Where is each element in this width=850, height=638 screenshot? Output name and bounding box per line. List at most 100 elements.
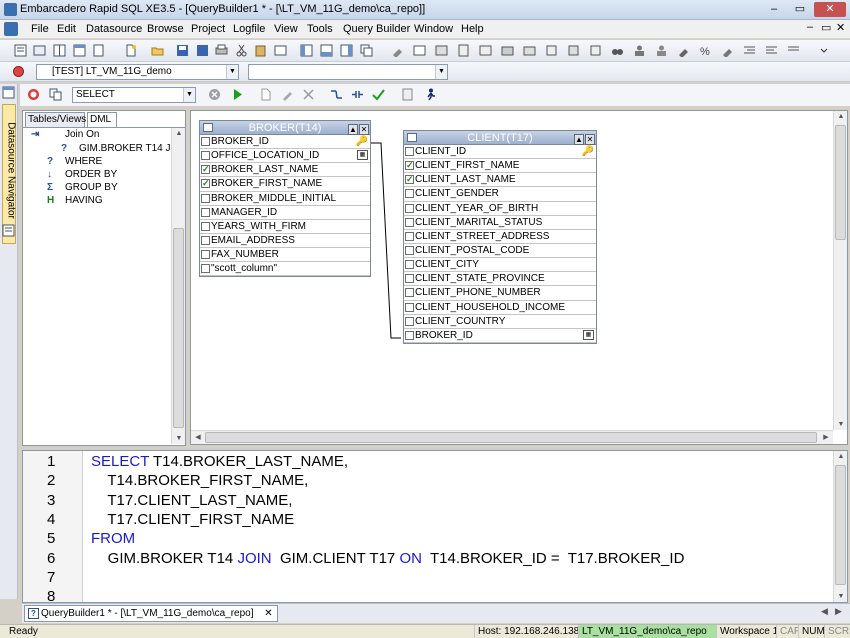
column-row[interactable]: "scott_column" (200, 262, 370, 277)
close-table-button[interactable]: ✕ (359, 124, 369, 135)
column-row[interactable]: BROKER_LAST_NAME (200, 163, 370, 178)
mdi-minimize-button[interactable]: – (807, 21, 813, 33)
column-checkbox[interactable] (405, 189, 414, 199)
menu-query-builder[interactable]: Query Builder (343, 23, 410, 35)
type-icon[interactable] (589, 44, 602, 57)
scroll-left-icon[interactable]: ◀ (191, 433, 205, 441)
new-query-icon[interactable] (259, 88, 272, 101)
function-icon[interactable] (523, 44, 536, 57)
synonym-icon[interactable] (567, 44, 580, 57)
edit-icon[interactable] (274, 44, 287, 57)
open-folder-icon[interactable] (151, 44, 164, 57)
datasource-navigator-tab[interactable]: Datasource Navigator (2, 104, 17, 244)
navigator-icon[interactable] (2, 86, 15, 99)
format-icon[interactable] (787, 44, 800, 57)
column-row[interactable]: CLIENT_FIRST_NAME (404, 159, 596, 174)
tools-icon[interactable] (677, 44, 690, 57)
datasource-combo[interactable]: [TEST] LT_VM_11G_demo ▼ (36, 64, 239, 80)
window-icon[interactable] (73, 44, 86, 57)
column-row[interactable]: CLIENT_LAST_NAME (404, 173, 596, 188)
doc-icon[interactable] (4, 22, 18, 36)
scroll-thumb[interactable] (205, 432, 817, 443)
connect-icon[interactable] (12, 65, 25, 78)
column-row[interactable]: MANAGER_ID (200, 206, 370, 220)
column-checkbox[interactable] (405, 147, 414, 156)
join-icon[interactable] (330, 88, 343, 101)
cancel-icon[interactable] (208, 88, 221, 101)
menu-file[interactable]: File (31, 23, 49, 35)
editor-vertical-scrollbar[interactable]: ▲ ▼ (833, 451, 847, 602)
datasource-explorer-icon[interactable] (14, 44, 27, 57)
index-icon[interactable] (457, 44, 470, 57)
column-checkbox[interactable] (405, 274, 414, 284)
column-checkbox[interactable] (201, 207, 210, 217)
close-table-button[interactable]: ✕ (585, 134, 595, 145)
table-box-broker[interactable]: BROKER(T14) ▲ ✕ BROKER_ID 🔑 OFFICE_LOCATION… (199, 120, 371, 278)
layout-icon[interactable] (300, 44, 313, 57)
menu-edit[interactable]: Edit (57, 23, 76, 35)
table-header[interactable]: BROKER(T14) ▲ ✕ (200, 121, 370, 135)
panel-toggle-icon[interactable] (2, 224, 15, 237)
scroll-thumb[interactable] (173, 228, 184, 428)
outdent-icon[interactable] (765, 44, 778, 57)
menu-view[interactable]: View (274, 23, 298, 35)
list-icon[interactable] (33, 44, 46, 57)
canvas-horizontal-scrollbar[interactable]: ◀ ▶ (191, 430, 833, 444)
mdi-restore-button[interactable]: ▭ (821, 21, 831, 34)
scroll-thumb[interactable] (835, 125, 846, 240)
column-row[interactable]: CLIENT_YEAR_OF_BIRTH (404, 202, 596, 216)
copy-icon[interactable] (49, 88, 62, 101)
column-checkbox[interactable] (201, 235, 210, 245)
scroll-up-icon[interactable]: ▲ (834, 453, 848, 460)
column-row[interactable]: CLIENT_HOUSEHOLD_INCOME (404, 301, 596, 315)
mdi-close-button[interactable]: ✕ (836, 21, 845, 34)
execute-icon[interactable] (231, 88, 244, 101)
column-row[interactable]: CLIENT_GENDER (404, 187, 596, 202)
column-row[interactable]: BROKER_FIRST_NAME (200, 177, 370, 192)
scroll-up-icon[interactable]: ▲ (834, 113, 848, 120)
column-row[interactable]: CLIENT_STATE_PROVINCE (404, 272, 596, 287)
tab-scroll-left-icon[interactable]: ◀ (821, 606, 828, 617)
delete-icon[interactable] (302, 88, 315, 101)
paste-icon[interactable] (254, 44, 267, 57)
column-row[interactable]: BROKER_MIDDLE_INITIAL (200, 192, 370, 206)
filter-icon[interactable] (401, 88, 414, 101)
menu-help[interactable]: Help (461, 23, 484, 35)
sql-editor[interactable]: 12345678 SELECT T14.BROKER_LAST_NAME, T1… (22, 450, 848, 605)
column-checkbox[interactable] (405, 159, 414, 172)
tool-icon[interactable] (391, 44, 404, 57)
menu-tools[interactable]: Tools (307, 23, 333, 35)
secondary-combo[interactable]: ▼ (248, 64, 448, 80)
tree-vertical-scrollbar[interactable]: ▲ ▼ (171, 128, 185, 444)
tab-scroll-right-icon[interactable]: ▶ (835, 606, 842, 617)
minimize-table-button[interactable]: ▲ (348, 124, 358, 135)
sql-line[interactable]: T14.BROKER_FIRST_NAME, (91, 472, 308, 489)
procedure-icon[interactable] (479, 44, 492, 57)
minimize-button[interactable]: – (762, 2, 786, 17)
table-header[interactable]: CLIENT(T17) ▲ ✕ (404, 131, 596, 145)
column-checkbox[interactable] (201, 250, 210, 260)
column-row[interactable]: FAX_NUMBER (200, 248, 370, 263)
column-row[interactable]: CLIENT_ID 🔑 (404, 145, 596, 160)
sql-line[interactable]: GIM.BROKER T14 JOIN GIM.CLIENT T17 ON T1… (91, 550, 685, 567)
column-checkbox[interactable] (201, 221, 210, 231)
column-row[interactable]: CLIENT_STREET_ADDRESS (404, 230, 596, 244)
sql-line[interactable]: FROM (91, 530, 135, 547)
panel-icon[interactable] (320, 44, 333, 57)
column-checkbox[interactable] (405, 203, 414, 213)
scroll-down-icon[interactable]: ▼ (834, 593, 848, 600)
column-row[interactable]: CLIENT_PHONE_NUMBER (404, 286, 596, 301)
sql-line[interactable]: SELECT T14.BROKER_LAST_NAME, (91, 453, 348, 470)
column-row[interactable]: YEARS_WITH_FIRM (200, 220, 370, 234)
cascade-icon[interactable] (360, 44, 373, 57)
cut-icon[interactable] (235, 44, 248, 57)
new-icon[interactable] (124, 44, 137, 57)
role-icon[interactable] (655, 44, 668, 57)
panel-right-icon[interactable] (340, 44, 353, 57)
table-icon[interactable] (413, 44, 426, 57)
chevron-down-icon[interactable]: ▼ (435, 65, 447, 79)
column-row[interactable]: OFFICE_LOCATION_ID ▦ (200, 149, 370, 164)
view-icon[interactable] (435, 44, 448, 57)
overflow-icon[interactable] (818, 44, 831, 57)
statement-type-combo[interactable]: SELECT ▼ (72, 87, 196, 103)
